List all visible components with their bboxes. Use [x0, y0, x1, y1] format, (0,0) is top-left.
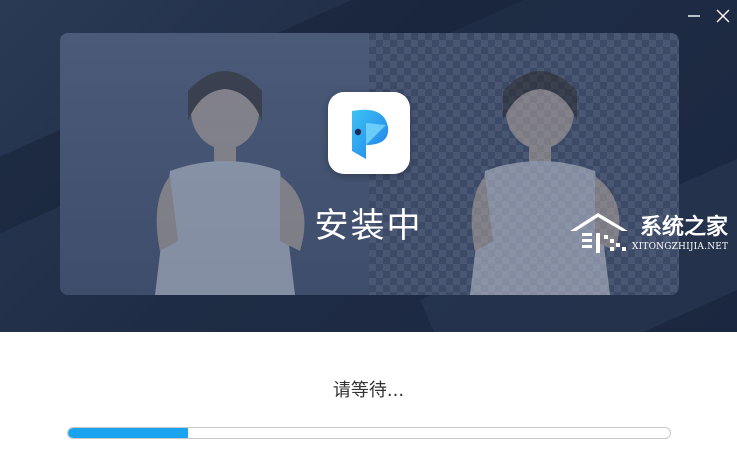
- minimize-icon: [688, 15, 700, 17]
- watermark-text: 系统之家: [640, 215, 729, 240]
- close-icon: [716, 9, 730, 23]
- app-logo-icon: [328, 92, 410, 174]
- watermark-house-icon: [570, 213, 628, 253]
- minimize-button[interactable]: [683, 5, 705, 27]
- banner: 安装中 系统之家 XITONGZHIJIA.NET: [0, 0, 737, 332]
- progress-fill: [68, 428, 189, 438]
- installer-window: 安装中 系统之家 XITONGZHIJIA.NET 请等待...: [0, 0, 737, 464]
- person-figure: [155, 71, 305, 295]
- wait-message: 请等待...: [332, 380, 405, 401]
- close-button[interactable]: [712, 5, 734, 27]
- progress-bar: [67, 427, 671, 439]
- watermark: 系统之家 XITONGZHIJIA.NET: [566, 205, 736, 265]
- watermark-url: XITONGZHIJIA.NET: [632, 242, 729, 252]
